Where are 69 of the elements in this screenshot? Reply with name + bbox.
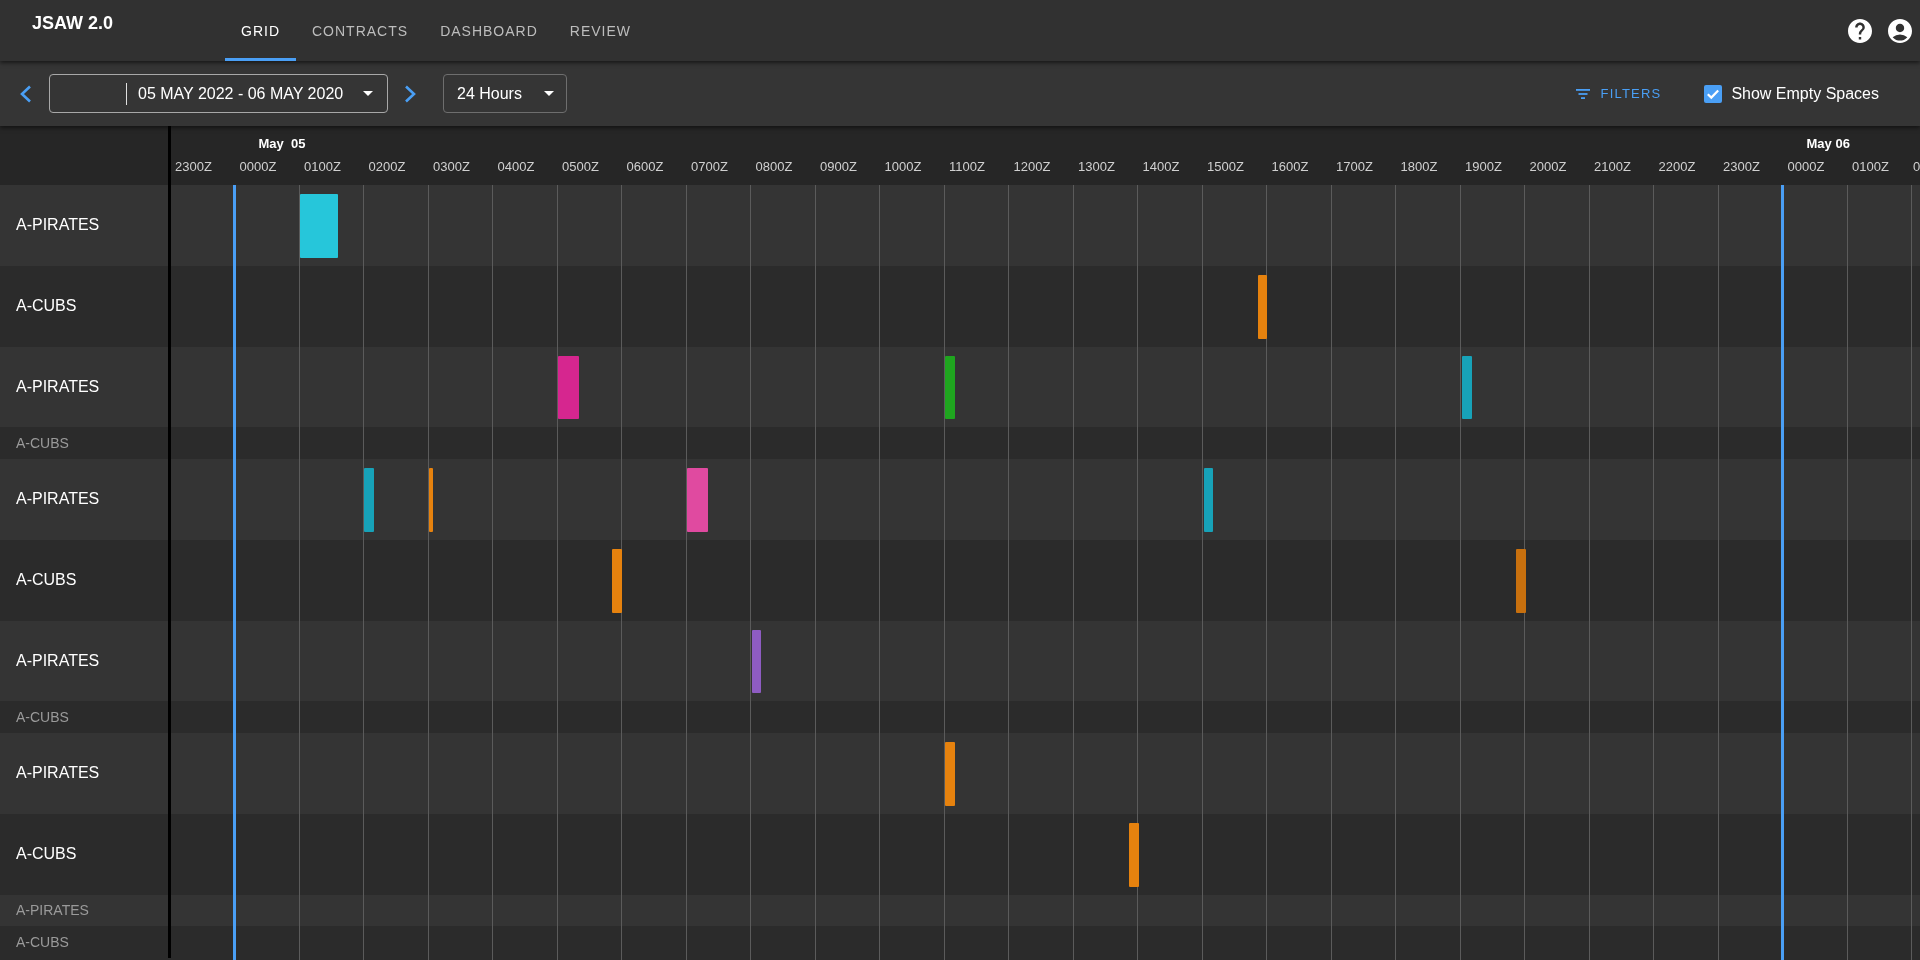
row-label: A-PIRATES (16, 490, 100, 509)
hour-label: 2000Z (1529, 159, 1567, 175)
hour-label: 2300Z (1723, 159, 1760, 175)
hour-label: 1000Z (884, 159, 922, 175)
event-block[interactable] (611, 548, 623, 613)
row-label: A-CUBS (16, 571, 77, 590)
hour-label: 0100Z (1852, 159, 1889, 175)
row-label: A-PIRATES (16, 216, 100, 235)
hour-label: 0400Z (497, 159, 535, 175)
row-label: A-CUBS (16, 845, 77, 864)
hour-label: 0900Z (820, 159, 857, 175)
nav-tab[interactable]: REVIEW (553, 0, 648, 61)
event-block[interactable] (944, 742, 956, 806)
caret-down-icon (363, 91, 373, 96)
hour-label: 0600Z (626, 159, 664, 175)
hour-label: 0000Z (1787, 159, 1825, 175)
chevron-left-icon[interactable] (20, 84, 32, 103)
row-label: A-PIRATES (16, 764, 100, 783)
hour-label: 0100Z (304, 159, 341, 175)
row-label: A-PIRATES (16, 902, 89, 919)
hour-label: 0200Z (368, 159, 406, 175)
row-label: A-CUBS (16, 435, 69, 452)
hour-label: 1400Z (1142, 159, 1180, 175)
checkbox[interactable] (1704, 84, 1723, 103)
row-label: A-CUBS (16, 709, 69, 726)
account-icon[interactable] (1888, 18, 1912, 43)
hour-label: 0000Z (239, 159, 277, 175)
time-span-select[interactable]: 24 Hours (443, 74, 567, 113)
event-block[interactable] (1462, 355, 1472, 420)
event-block[interactable] (686, 468, 709, 532)
hour-label: 0700Z (691, 159, 728, 175)
checkbox-label[interactable]: Show Empty Spaces (1731, 84, 1879, 103)
row-label: A-PIRATES (16, 377, 100, 396)
event-block[interactable] (428, 468, 434, 532)
chevron-right-icon[interactable] (404, 84, 416, 103)
filters-button[interactable]: FILTERS (1576, 82, 1662, 105)
event-block[interactable] (299, 194, 338, 258)
hour-label: 1700Z (1336, 159, 1373, 175)
nav-tab[interactable]: CONTRACTS (296, 0, 425, 61)
date-label: May 05 (258, 136, 306, 152)
event-block[interactable] (1204, 468, 1214, 532)
hour-label: 2200Z (1658, 159, 1696, 175)
hour-label: 0500Z (562, 159, 599, 175)
hour-label: 1300Z (1078, 159, 1115, 175)
hour-label: 0800Z (755, 159, 793, 175)
help-icon[interactable] (1848, 18, 1872, 43)
hour-label: 1100Z (949, 159, 985, 175)
row-label: A-CUBS (16, 297, 77, 316)
hour-label: 1900Z (1465, 159, 1502, 175)
filter-icon (1576, 88, 1591, 99)
date-label: May 06 (1806, 136, 1850, 152)
date-range-field[interactable]: 05 MAY 2022 - 06 MAY 2020 (49, 74, 388, 113)
row-label: A-PIRATES (16, 651, 100, 670)
app-title: JSAW 2.0 (31, 12, 115, 35)
event-block[interactable] (557, 355, 580, 420)
caret-down-icon (544, 91, 554, 96)
nav-tab[interactable]: DASHBOARD (424, 0, 554, 61)
hour-label: 2300Z (175, 159, 212, 175)
event-block[interactable] (1258, 274, 1268, 339)
hour-label: 2100Z (1594, 159, 1631, 175)
hour-label: 0300Z (433, 159, 470, 175)
hour-label: 1500Z (1207, 159, 1244, 175)
hour-label: 1200Z (1013, 159, 1051, 175)
event-block[interactable] (944, 355, 956, 420)
event-block[interactable] (751, 629, 761, 694)
hour-label: 1600Z (1271, 159, 1309, 175)
hour-label: 1800Z (1400, 159, 1438, 175)
hour-label: 0 (1913, 159, 1920, 175)
row-label: A-CUBS (16, 934, 69, 951)
